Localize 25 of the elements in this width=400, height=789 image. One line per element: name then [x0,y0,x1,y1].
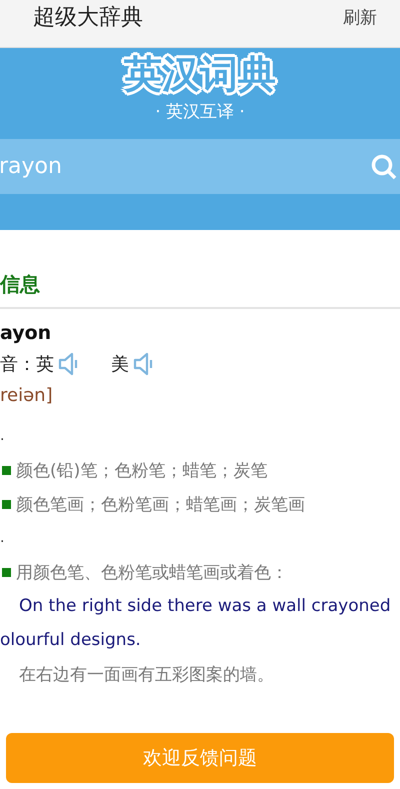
search-icon[interactable] [370,152,398,180]
us-label: 美 [111,353,129,376]
feedback-button[interactable]: 欢迎反馈问题 [6,733,394,783]
phonetic-text: reiən] [0,384,54,408]
refresh-button[interactable]: 刷新 [343,6,377,29]
definition-text: 颜色(铅)笔；色粉笔；蜡笔；炭笔 [16,460,268,482]
example-sentence: olourful designs. [0,630,141,650]
app-title: 超级大辞典 [33,4,143,32]
search-field[interactable]: rayon [0,139,400,194]
dictionary-logo: 英汉词典 [0,50,400,98]
banner-subtitle: · 英汉互译 · [154,101,246,123]
bullet-icon [2,466,11,474]
pronunciation-label: 音： [0,353,36,376]
part-of-speech: . [0,530,4,546]
bullet-icon [2,568,11,576]
bullet-icon [2,500,11,508]
definition-text: 颜色笔画；色粉笔画；蜡笔画；炭笔画 [16,494,305,516]
example-translation: 在右边有一面画有五彩图案的墙。 [18,664,274,686]
part-of-speech: . [0,428,4,444]
example-sentence: On the right side there was a wall crayoned [18,596,391,616]
definition-text: 用颜色笔、色粉笔或蜡笔画或着色： [16,562,288,584]
speaker-icon[interactable] [132,351,154,377]
headword: ayon [0,321,52,346]
speaker-icon[interactable] [57,351,79,377]
uk-label: 英 [36,353,54,376]
